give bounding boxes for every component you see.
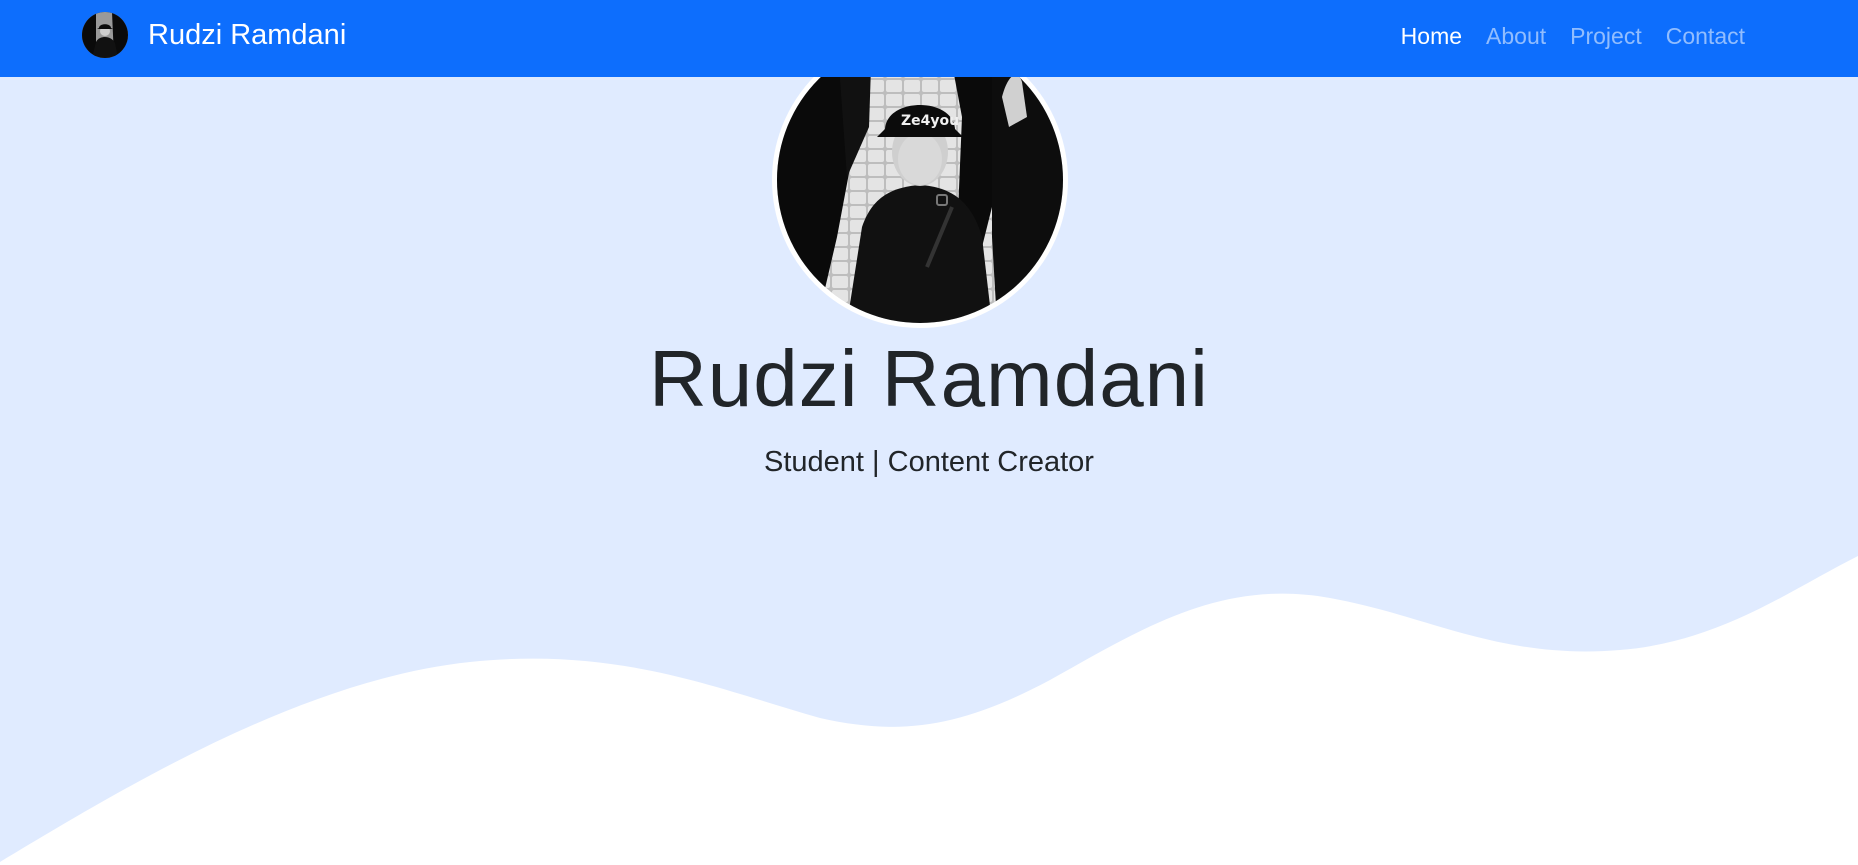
brand-avatar: [82, 12, 128, 58]
nav-links: Home About Project Contact: [1377, 0, 1745, 72]
brand-link[interactable]: Rudzi Ramdani: [82, 12, 346, 58]
wave-shape: [0, 556, 1858, 865]
nav-link-home[interactable]: Home: [1401, 23, 1462, 50]
hero-subtitle: Student | Content Creator: [764, 446, 1094, 478]
svg-text:Ze4you: Ze4you: [901, 113, 959, 129]
profile-photo-image: Ze4you: [777, 37, 1063, 323]
brand-avatar-image: [82, 12, 128, 58]
nav-link-contact[interactable]: Contact: [1666, 23, 1745, 50]
hero-name: Rudzi Ramdani: [649, 334, 1209, 423]
brand-name: Rudzi Ramdani: [148, 18, 347, 51]
page: Ze4you Rudzi Ramdani Student | Content C…: [0, 0, 1858, 865]
navbar: Rudzi Ramdani Home About Project Contact: [0, 0, 1858, 77]
nav-link-about[interactable]: About: [1486, 23, 1546, 50]
nav-link-project[interactable]: Project: [1570, 23, 1642, 50]
